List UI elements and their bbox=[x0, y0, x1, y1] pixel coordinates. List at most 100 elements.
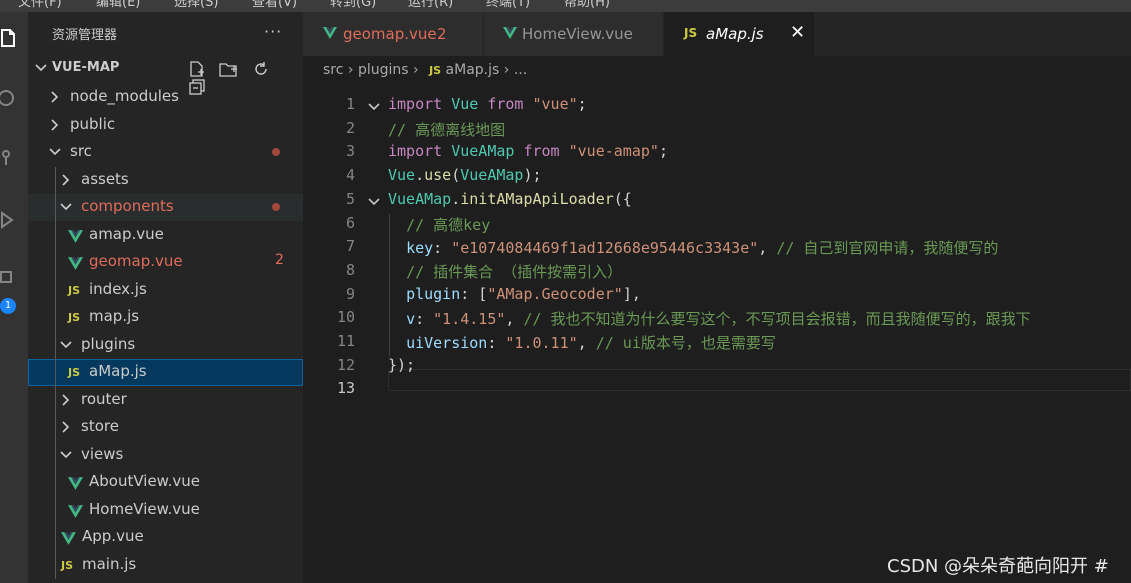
tree-file[interactable]: JS main.js bbox=[28, 552, 303, 579]
chevron-right-icon bbox=[62, 393, 70, 406]
code-line: // 高德离线地图 bbox=[388, 119, 505, 140]
tree-folder[interactable]: components bbox=[28, 194, 303, 221]
menu-item[interactable]: 转到(G) bbox=[330, 0, 376, 10]
breadcrumb-item[interactable]: ... bbox=[514, 62, 527, 78]
code-line: }); bbox=[388, 356, 415, 374]
code-token: "e1074084469f1ad12668e95446c3343e" bbox=[451, 239, 759, 258]
menu-item[interactable]: 终端(T) bbox=[486, 0, 530, 10]
new-file-icon[interactable] bbox=[188, 60, 206, 78]
tree-file[interactable]: App.vue bbox=[28, 524, 303, 551]
code-token: : bbox=[433, 239, 452, 258]
line-number: 5 bbox=[345, 189, 355, 208]
tree-file[interactable]: geomap.vue 2 bbox=[28, 249, 303, 276]
more-actions-button[interactable]: ··· bbox=[264, 22, 282, 41]
tree-item-label: node_modules bbox=[70, 87, 179, 105]
vue-file-icon bbox=[68, 504, 83, 518]
refresh-icon[interactable] bbox=[252, 60, 270, 78]
code-line: // 插件集合 （插件按需引入） bbox=[388, 261, 622, 282]
breadcrumb-item[interactable]: plugins bbox=[358, 62, 409, 78]
vue-file-icon bbox=[503, 27, 517, 39]
tab-homeview[interactable]: HomeView.vue bbox=[484, 12, 664, 56]
menu-bar[interactable]: 文件(F) 编辑(E) 选择(S) 查看(V) 转到(G) 运行(R) 终端(T) 帮助(H) bbox=[0, 0, 1131, 12]
code-token: : bbox=[415, 310, 434, 329]
tree-folder[interactable]: public bbox=[28, 112, 303, 139]
code-token: , bbox=[577, 334, 596, 352]
source-control-icon[interactable] bbox=[0, 146, 20, 170]
menu-item[interactable]: 选择(S) bbox=[174, 0, 218, 10]
tab-geomap[interactable]: geomap.vue 2 bbox=[303, 12, 484, 56]
code-token: // 插件集合 （插件按需引入） bbox=[406, 262, 623, 281]
search-icon[interactable] bbox=[0, 86, 20, 110]
close-icon[interactable]: ✕ bbox=[790, 22, 805, 43]
tree-folder[interactable]: src bbox=[28, 139, 303, 166]
extensions-icon[interactable] bbox=[0, 266, 20, 290]
run-debug-icon[interactable] bbox=[0, 208, 20, 232]
js-file-icon: JS bbox=[68, 283, 81, 297]
code-token: }); bbox=[388, 355, 416, 374]
fold-chevron-icon[interactable] bbox=[367, 99, 381, 117]
code-token: "vue-amap" bbox=[568, 142, 659, 161]
tree-folder[interactable]: router bbox=[28, 387, 303, 414]
menu-item[interactable]: 帮助(H) bbox=[564, 0, 610, 10]
tree-folder[interactable]: assets bbox=[28, 167, 303, 194]
line-number: 2 bbox=[345, 118, 355, 137]
explorer-icon[interactable] bbox=[0, 26, 20, 50]
project-header[interactable]: VUE-MAP bbox=[28, 56, 303, 95]
tree-item-label: index.js bbox=[89, 279, 147, 298]
code-line: uiVersion: "1.0.11", // ui版本号，也是需要写 bbox=[388, 332, 776, 353]
project-name: VUE-MAP bbox=[52, 60, 120, 75]
tree-file[interactable]: HomeView.vue bbox=[28, 497, 303, 524]
code-token: use bbox=[424, 166, 452, 185]
menu-item[interactable]: 查看(V) bbox=[252, 0, 297, 10]
menu-item[interactable]: 文件(F) bbox=[18, 0, 62, 10]
watermark: CSDN @朵朵奇葩向阳开 # bbox=[887, 556, 1109, 577]
code-line: key: "e1074084469f1ad12668e95446c3343e",… bbox=[388, 237, 998, 258]
code-line: VueAMap.initAMapApiLoader({ bbox=[388, 190, 632, 208]
code-token: // 自己到官网申请，我随便写的 bbox=[776, 239, 999, 258]
code-token: "1.0.11" bbox=[505, 334, 578, 352]
code-token: // 高德key bbox=[406, 215, 491, 234]
tree-item-label: plugins bbox=[81, 334, 136, 353]
tree-folder[interactable]: store bbox=[28, 414, 303, 441]
code-token: , bbox=[505, 310, 524, 329]
new-folder-icon[interactable] bbox=[219, 60, 239, 78]
line-number: 7 bbox=[345, 237, 355, 256]
fold-chevron-icon[interactable] bbox=[367, 194, 381, 212]
modified-indicator bbox=[272, 203, 280, 211]
code-token: . bbox=[451, 189, 461, 208]
chevron-down-icon bbox=[60, 340, 72, 348]
tree-file[interactable]: JS index.js bbox=[28, 277, 303, 304]
chevron-right-icon bbox=[51, 91, 59, 103]
line-number: 9 bbox=[345, 284, 355, 303]
tab-amap-js[interactable]: JS aMap.js ✕ bbox=[664, 12, 815, 56]
vue-file-icon bbox=[68, 257, 83, 270]
explorer-panel: 资源管理器 ··· VUE-MAP node_modules public src a… bbox=[28, 12, 303, 583]
breadcrumb-item[interactable]: src bbox=[323, 62, 343, 78]
tree-folder[interactable]: node_modules bbox=[28, 84, 303, 111]
tab-bar: geomap.vue 2 HomeView.vue JS aMap.js ✕ bbox=[303, 12, 1131, 56]
tree-item-label: store bbox=[81, 417, 119, 435]
menu-item[interactable]: 运行(R) bbox=[408, 0, 453, 10]
code-line: v: "1.4.15", // 我也不知道为什么要写这个，不写项目会报错，而且我… bbox=[388, 308, 1031, 329]
vue-file-icon bbox=[323, 27, 337, 39]
tree-file[interactable]: JS map.js bbox=[28, 304, 303, 331]
breadcrumb-separator: › bbox=[347, 62, 354, 78]
tree-file[interactable]: AboutView.vue bbox=[28, 469, 303, 496]
menu-item[interactable]: 编辑(E) bbox=[96, 0, 140, 10]
chevron-right-icon bbox=[51, 118, 59, 131]
tree-file[interactable]: amap.vue bbox=[28, 222, 303, 249]
vue-file-icon bbox=[68, 229, 83, 243]
code-token: "AMap.Geocoder" bbox=[487, 284, 623, 303]
tree-folder[interactable]: plugins bbox=[28, 332, 303, 359]
js-file-icon: JS bbox=[684, 26, 698, 40]
line-number: 11 bbox=[336, 332, 355, 350]
code-token: VueAMap bbox=[460, 166, 524, 185]
code-token: ({ bbox=[613, 189, 632, 208]
error-count: 2 bbox=[275, 252, 284, 268]
tree-file[interactable]: JS aMap.js bbox=[28, 359, 303, 386]
tree-folder[interactable]: views bbox=[28, 442, 303, 469]
breadcrumb-item[interactable]: aMap.js bbox=[446, 62, 500, 78]
